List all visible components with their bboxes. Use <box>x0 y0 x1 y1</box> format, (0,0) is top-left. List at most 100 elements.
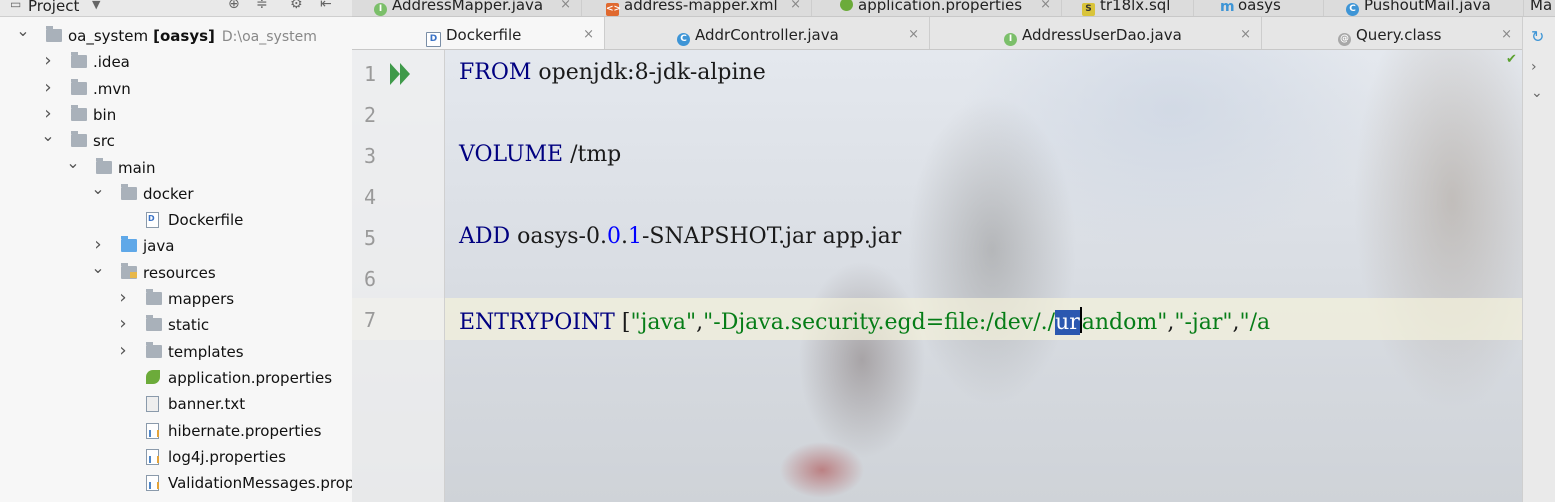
tree-item-name: static <box>168 316 210 335</box>
tree-item-label: ValidationMessages.properti <box>168 470 353 496</box>
chevron-right-icon[interactable]: › <box>41 75 55 101</box>
tab-address-mapper-java[interactable]: I AddressMapper.java × <box>352 0 582 16</box>
tree-item[interactable]: › .mvn <box>0 76 352 102</box>
tree-item-name: src <box>93 132 115 151</box>
tree-item[interactable]: ⌄ oa_system [oasys] D:\oa_system <box>0 21 352 49</box>
string-literal: "java" <box>630 310 697 335</box>
project-panel-header: ▭ Project ▼ ⊕ ≑ ⚙ ⇤ <box>0 0 352 17</box>
line-number: 6 <box>363 267 376 291</box>
close-icon[interactable]: × <box>1040 0 1051 13</box>
tab-label: PushoutMail.java <box>1364 0 1491 14</box>
editor-tabs-row-2: D Dockerfile × C AddrController.java × I Addr… <box>352 17 1522 50</box>
chevron-down-icon[interactable]: ⌄ <box>91 255 105 281</box>
spring-properties-icon <box>146 369 160 384</box>
string-literal: andom" <box>1081 310 1168 335</box>
properties-file-icon <box>146 422 159 439</box>
tree-item[interactable]: › java <box>0 233 352 259</box>
chevron-down-icon[interactable]: ▼ <box>92 0 100 11</box>
tab-pushout-mail-java[interactable]: C PushoutMail.java <box>1324 0 1524 16</box>
line-number-gutter[interactable]: 1 2 3 4 5 6 7 <box>352 50 445 502</box>
chevron-right-icon[interactable]: › <box>116 338 130 364</box>
tab-addr-controller-java[interactable]: C AddrController.java × <box>605 17 930 49</box>
properties-file-icon <box>146 475 159 492</box>
keyword: FROM <box>459 60 532 85</box>
hide-panel-icon[interactable]: ⇤ <box>320 0 332 12</box>
docker-icon: D <box>426 32 441 47</box>
tree-item-label: templates <box>168 339 244 365</box>
code-line-7[interactable]: ENTRYPOINT ["java","-Djava.security.egd=… <box>459 307 1270 335</box>
tree-item-label: bin <box>93 102 116 128</box>
chevron-right-icon[interactable]: › <box>116 311 130 337</box>
chevron-down-icon[interactable]: ⌄ <box>66 150 80 176</box>
tree-item-label: .idea <box>93 49 130 75</box>
code-line-5[interactable]: ADD oasys-0.0.1-SNAPSHOT.jar app.jar <box>459 224 901 249</box>
folder-icon <box>146 341 162 358</box>
module-name: [oasys] <box>153 27 215 45</box>
string-literal: "/a <box>1239 310 1271 335</box>
tree-item-label: .mvn <box>93 76 131 102</box>
tab-oasys-pom[interactable]: m oasys <box>1194 0 1324 16</box>
tree-item-name: Dockerfile <box>168 211 244 230</box>
close-icon[interactable]: × <box>583 17 594 49</box>
chevron-down-icon[interactable]: ⌄ <box>1531 85 1543 101</box>
project-panel-title[interactable]: Project <box>28 0 79 15</box>
tree-item[interactable]: ⌄ resources <box>0 258 352 286</box>
locate-icon[interactable]: ⊕ <box>228 0 240 12</box>
tab-label: tr18lx.sql <box>1100 0 1171 14</box>
tab-label: Dockerfile <box>446 26 522 44</box>
code-text: . <box>620 224 628 249</box>
code-line-1[interactable]: FROM openjdk:8-jdk-alpine <box>459 60 766 85</box>
code-line-3[interactable]: VOLUME /tmp <box>459 142 621 167</box>
tab-dockerfile[interactable]: D Dockerfile × <box>352 17 605 49</box>
module-path: D:\oa_system <box>221 29 317 45</box>
tree-item-name: oa_system <box>68 27 149 45</box>
chevron-right-icon[interactable]: › <box>116 285 130 311</box>
close-icon[interactable]: × <box>790 0 801 13</box>
tree-item[interactable]: ⌄ main <box>0 153 352 181</box>
tree-item[interactable]: › templates <box>0 339 352 365</box>
tree-item-name: ValidationMessages.properti <box>168 474 353 493</box>
tree-item[interactable]: ⌄ docker <box>0 179 352 207</box>
right-tool-bar: ↻ › ⌄ <box>1522 17 1555 502</box>
tree-item[interactable]: ⌄ src <box>0 126 352 154</box>
tree-item[interactable]: banner.txt <box>0 391 352 417</box>
chevron-down-icon[interactable]: ⌄ <box>41 123 55 149</box>
tree-item[interactable]: ValidationMessages.properti <box>0 470 352 496</box>
close-icon[interactable]: × <box>1240 17 1251 49</box>
tree-item[interactable]: application.properties <box>0 365 352 391</box>
refresh-icon[interactable]: ↻ <box>1531 27 1544 46</box>
class-icon: C <box>677 33 690 46</box>
chevron-right-icon[interactable]: › <box>41 48 55 74</box>
string-literal: "-Djava.security.egd=file:/dev/./ <box>703 310 1056 335</box>
tab-application-properties[interactable]: application.properties × <box>812 0 1062 16</box>
tab-address-mapper-xml[interactable]: <> address-mapper.xml × <box>582 0 812 16</box>
tab-label: AddrController.java <box>695 26 839 44</box>
inspection-ok-icon[interactable]: ✔ <box>1506 52 1517 67</box>
tree-item[interactable]: hibernate.properties <box>0 418 352 444</box>
gear-icon[interactable]: ⚙ <box>290 0 303 12</box>
tree-item[interactable]: › .idea <box>0 49 352 75</box>
tree-item[interactable]: Dockerfile <box>0 207 352 233</box>
close-icon[interactable]: × <box>1501 17 1512 49</box>
tree-item-name: resources <box>143 263 216 282</box>
code-editor[interactable]: 1 2 3 4 5 6 7 FROM openjdk:8-jdk-alpine … <box>352 50 1522 502</box>
chevron-down-icon[interactable]: ⌄ <box>16 18 30 44</box>
tab-tr18lx-sql[interactable]: Str18lx.sql <box>1062 0 1194 16</box>
run-icon[interactable] <box>388 60 416 88</box>
code-text: /tmp <box>563 142 622 167</box>
tab-overflow[interactable]: Ma <box>1524 0 1555 16</box>
number-literal: 1 <box>627 224 642 249</box>
chevron-down-icon[interactable]: ⌄ <box>91 176 105 202</box>
close-icon[interactable]: × <box>908 17 919 49</box>
close-icon[interactable]: × <box>560 0 571 13</box>
collapse-all-icon[interactable]: ≑ <box>256 0 268 12</box>
tree-item-label: main <box>118 155 155 181</box>
tab-address-user-dao-java[interactable]: I AddressUserDao.java × <box>930 17 1262 49</box>
tree-item[interactable]: › mappers <box>0 286 352 312</box>
tree-item[interactable]: log4j.properties <box>0 444 352 470</box>
tab-label: AddressMapper.java <box>392 0 544 14</box>
tab-query-class[interactable]: @ Query.class × <box>1262 17 1522 49</box>
keyword: VOLUME <box>459 142 564 167</box>
tree-item[interactable]: › static <box>0 312 352 338</box>
chevron-right-icon[interactable]: › <box>1531 59 1537 75</box>
